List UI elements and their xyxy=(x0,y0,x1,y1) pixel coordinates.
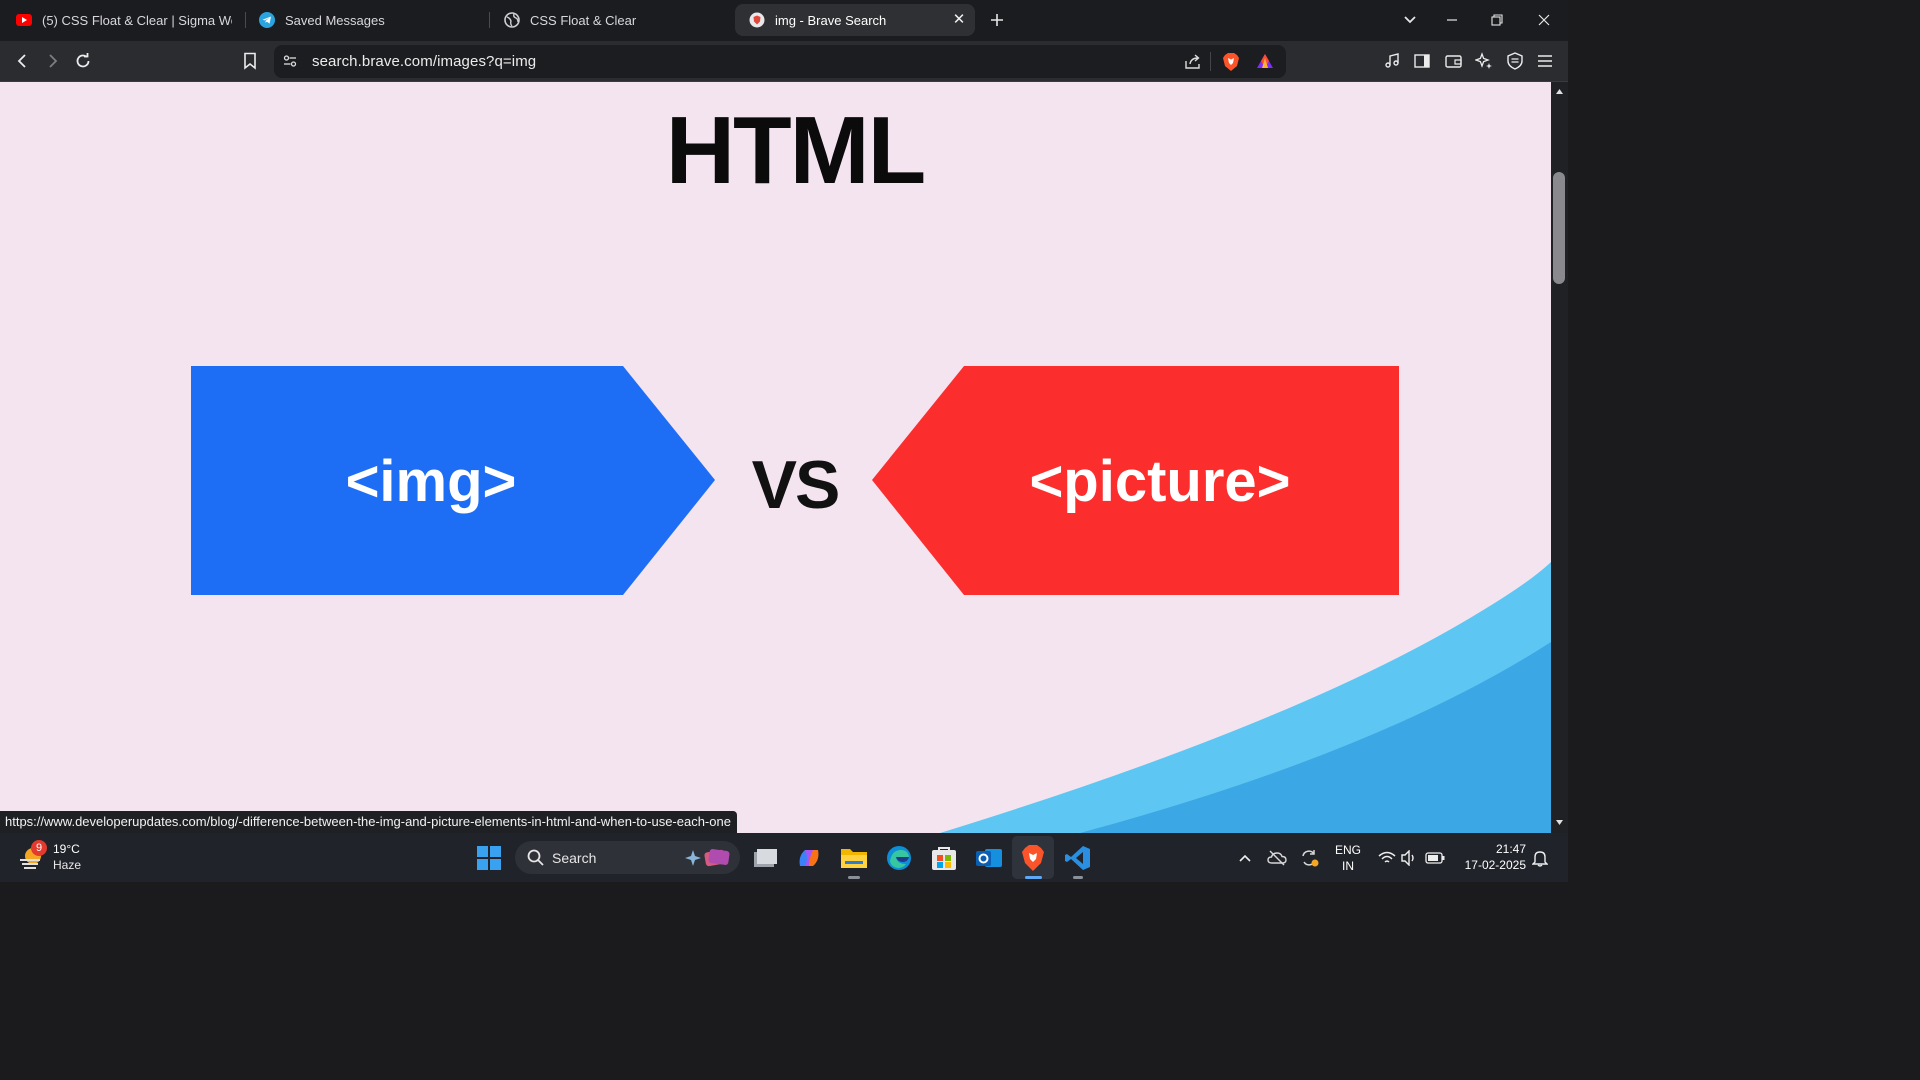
brave-shields-icon[interactable] xyxy=(1222,52,1240,77)
minimize-icon[interactable] xyxy=(1438,8,1466,32)
language-indicator[interactable]: ENG IN xyxy=(1332,843,1364,873)
tab-title: CSS Float & Clear xyxy=(530,12,637,28)
weather-temperature: 19°C xyxy=(53,842,80,856)
restore-icon[interactable] xyxy=(1483,8,1511,32)
vs-label: VS xyxy=(751,447,841,523)
globe-icon xyxy=(504,12,520,28)
language-line-2: IN xyxy=(1342,859,1354,873)
microsoft-store-icon[interactable] xyxy=(927,841,961,875)
link-status-bubble: https://www.developerupdates.com/blog/-d… xyxy=(0,811,737,833)
menu-icon[interactable] xyxy=(1533,49,1557,73)
file-explorer-icon[interactable] xyxy=(837,841,871,875)
search-icon xyxy=(527,849,544,871)
tab-list-chevron-icon[interactable] xyxy=(1396,8,1424,32)
url-text[interactable]: search.brave.com/images?q=img xyxy=(312,53,536,70)
img-label: <img> xyxy=(345,448,517,514)
brave-search-icon xyxy=(749,12,765,28)
search-highlight-icon xyxy=(685,847,731,874)
show-hidden-icons-chevron-icon[interactable] xyxy=(1228,841,1262,875)
tab-brave-search[interactable]: img - Brave Search ✕ xyxy=(735,4,975,36)
notification-bell-icon[interactable] xyxy=(1523,841,1557,875)
leo-ai-icon[interactable] xyxy=(1472,49,1496,73)
tab-title: Saved Messages xyxy=(285,12,385,28)
vscode-icon[interactable] xyxy=(1061,841,1095,875)
task-view-icon[interactable] xyxy=(748,841,782,875)
tab-css-float[interactable]: CSS Float & Clear xyxy=(490,4,730,36)
running-indicator xyxy=(1073,876,1083,879)
browser-toolbar: search.brave.com/images?q=img xyxy=(0,41,1568,82)
new-tab-icon[interactable] xyxy=(983,8,1011,32)
bookmark-icon[interactable] xyxy=(238,49,262,73)
sidebar-icon[interactable] xyxy=(1410,49,1434,73)
clock-time: 21:47 xyxy=(1495,842,1526,856)
tab-telegram[interactable]: Saved Messages xyxy=(245,4,485,36)
scrollbar-thumb[interactable] xyxy=(1553,172,1565,284)
copilot-icon[interactable] xyxy=(792,841,826,875)
forward-icon[interactable] xyxy=(41,49,65,73)
site-settings-icon[interactable] xyxy=(282,53,298,74)
sync-icon[interactable] xyxy=(1292,841,1326,875)
url-divider xyxy=(1210,52,1211,71)
edge-icon[interactable] xyxy=(882,841,916,875)
wallet-icon[interactable] xyxy=(1441,49,1465,73)
windows-taskbar: 9 19°C Haze Search ENG IN 21:47 17-02-20… xyxy=(0,833,1568,882)
image-preview: HTML <img> VS <picture> xyxy=(0,82,1551,833)
picture-label: <picture> xyxy=(1029,448,1291,514)
clock[interactable]: 21:47 17-02-2025 xyxy=(1452,842,1526,872)
tab-title: img - Brave Search xyxy=(775,12,887,28)
brave-browser-icon[interactable] xyxy=(1016,841,1050,875)
onedrive-offline-icon[interactable] xyxy=(1260,841,1294,875)
weather-condition: Haze xyxy=(53,858,82,872)
running-indicator xyxy=(848,876,860,879)
weather-badge: 9 xyxy=(31,840,47,856)
running-indicator xyxy=(1025,876,1042,879)
tab-title: (5) CSS Float & Clear | Sigma Web D xyxy=(42,12,232,28)
share-icon[interactable] xyxy=(1184,53,1202,75)
html-heading: HTML xyxy=(665,97,927,204)
language-line-1: ENG xyxy=(1334,843,1361,857)
telegram-icon xyxy=(259,12,275,28)
battery-icon[interactable] xyxy=(1418,841,1452,875)
back-icon[interactable] xyxy=(10,49,34,73)
search-label: Search xyxy=(552,850,597,866)
tab-strip: (5) CSS Float & Clear | Sigma Web D Save… xyxy=(0,0,1568,41)
close-tab-icon[interactable]: ✕ xyxy=(951,12,967,28)
windows-start-icon[interactable] xyxy=(472,841,506,875)
reload-icon[interactable] xyxy=(71,49,95,73)
clock-date: 17-02-2025 xyxy=(1464,858,1526,872)
taskbar-search[interactable]: Search xyxy=(515,841,740,874)
tab-youtube[interactable]: (5) CSS Float & Clear | Sigma Web D xyxy=(2,4,242,36)
youtube-icon xyxy=(16,12,32,28)
address-bar[interactable]: search.brave.com/images?q=img xyxy=(274,45,1286,78)
outlook-icon[interactable] xyxy=(972,841,1006,875)
close-window-icon[interactable] xyxy=(1530,8,1558,32)
vpn-shield-icon[interactable] xyxy=(1503,49,1527,73)
brave-rewards-icon[interactable] xyxy=(1256,53,1274,74)
media-icon[interactable] xyxy=(1380,49,1404,73)
